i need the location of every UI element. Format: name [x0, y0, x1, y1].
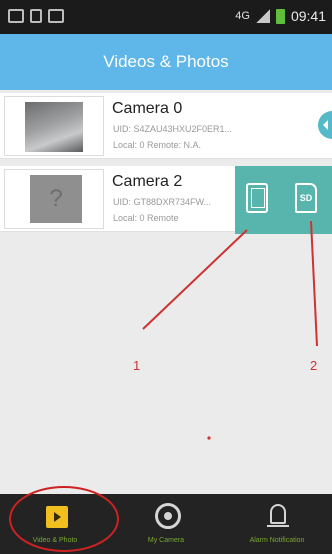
annotation-dot	[207, 436, 211, 440]
annotation-circle	[9, 486, 119, 552]
tab-my-camera[interactable]: My Camera	[111, 494, 221, 554]
tab-label: My Camera	[147, 537, 185, 544]
annotation-label-2: 2	[310, 358, 318, 373]
tab-alarm-notification[interactable]: Alarm Notification	[222, 494, 332, 554]
annotation-line-2	[310, 220, 318, 347]
annotation-overlay	[142, 220, 318, 440]
camera-icon	[155, 503, 181, 529]
annotation-label-1: 1	[133, 358, 141, 373]
annotation-line-1	[142, 229, 248, 330]
bell-icon	[267, 504, 289, 527]
tab-label: Alarm Notification	[249, 537, 305, 544]
